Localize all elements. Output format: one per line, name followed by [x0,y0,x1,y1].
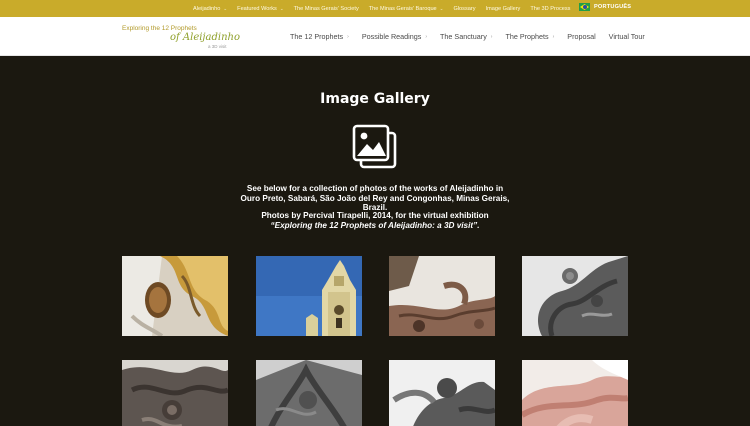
images-icon [352,124,398,170]
topnav-label: Glossary [453,5,476,12]
mainnav-item-virtual-tour[interactable]: Virtual Tour [609,32,645,41]
logo-line-2: of Aleijadinho [170,32,240,43]
topnav-label: The Minas Gerais' Baroque [368,5,437,12]
topnav-label: Featured Works [237,5,277,12]
gallery-photo-7[interactable] [389,360,495,426]
mainnav-label: Possible Readings [361,32,422,41]
page-title: Image Gallery [320,91,430,107]
chevron-right-icon: › [425,33,428,40]
mainnav-label: Proposal [567,32,596,41]
topnav-label: Image Gallery [485,5,521,12]
logo-line-3: a 3D visit [208,44,227,49]
gallery-photo-1[interactable] [122,256,228,336]
gallery-photo-8[interactable] [522,360,628,426]
language-label: PORTUGUÊS [594,4,632,10]
topnav-label: The Minas Gerais' Society [293,5,359,12]
topnav-item-image-gallery[interactable]: Image Gallery [486,6,521,12]
chevron-right-icon: › [552,33,555,40]
logo-line-1: Exploring the 12 Prophets [122,25,197,32]
main-nav: The 12 Prophets › Possible Readings › The … [290,17,645,56]
site-header: Exploring the 12 Prophets of Aleijadinho… [0,17,750,56]
exhibition-title: “Exploring the 12 Prophets of Aleijadinh… [270,220,480,230]
topnav-item-glossary[interactable]: Glossary [453,6,475,12]
topnav-item-society[interactable]: The Minas Gerais' Society [294,6,359,12]
chevron-right-icon: › [490,33,493,40]
language-switch[interactable]: PORTUGUÊS [579,3,631,11]
mainnav-item-12-prophets[interactable]: The 12 Prophets › [290,32,349,41]
gallery-photo-6[interactable] [256,360,362,426]
mainnav-item-prophets[interactable]: The Prophets › [505,32,554,41]
mainnav-item-proposal[interactable]: Proposal [567,32,595,41]
top-utility-bar: Aleijadinho ⌄ Featured Works ⌄ The Minas G… [0,0,750,17]
gallery-intro-text: See below for a collection of photos of … [240,184,510,212]
gallery-photo-4[interactable] [522,256,628,336]
mainnav-label: The 12 Prophets [290,32,344,41]
photo-credit: Photos by Percival Tirapelli, 2014, for … [240,211,510,230]
mainnav-label: The Prophets [505,32,549,41]
mainnav-item-sanctuary[interactable]: The Sanctuary › [440,32,492,41]
chevron-down-icon: ⌄ [223,5,228,11]
chevron-right-icon: › [347,33,349,40]
gallery-photo-5[interactable] [122,360,228,426]
mainnav-label: Virtual Tour [608,32,645,41]
top-nav: Aleijadinho ⌄ Featured Works ⌄ The Minas G… [193,0,580,17]
site-logo[interactable]: Exploring the 12 Prophets of Aleijadinho… [122,25,240,51]
topnav-item-3d-process[interactable]: The 3D Process [530,6,570,12]
gallery-photo-2[interactable] [256,256,362,336]
mainnav-item-possible-readings[interactable]: Possible Readings › [362,32,427,41]
topnav-item-featured-works[interactable]: Featured Works ⌄ [237,6,283,12]
topnav-label: Aleijadinho [193,5,221,12]
brazil-flag-icon [579,3,590,11]
chevron-down-icon: ⌄ [279,5,284,11]
mainnav-label: The Sanctuary [440,32,487,41]
photo-credit-line: Photos by Percival Tirapelli, 2014, for … [261,211,489,220]
chevron-down-icon: ⌄ [439,5,444,11]
topnav-item-baroque[interactable]: The Minas Gerais' Baroque ⌄ [369,6,444,12]
topnav-label: The 3D Process [530,5,571,12]
topnav-item-aleijadinho[interactable]: Aleijadinho ⌄ [193,6,227,12]
gallery-photo-3[interactable] [389,256,495,336]
